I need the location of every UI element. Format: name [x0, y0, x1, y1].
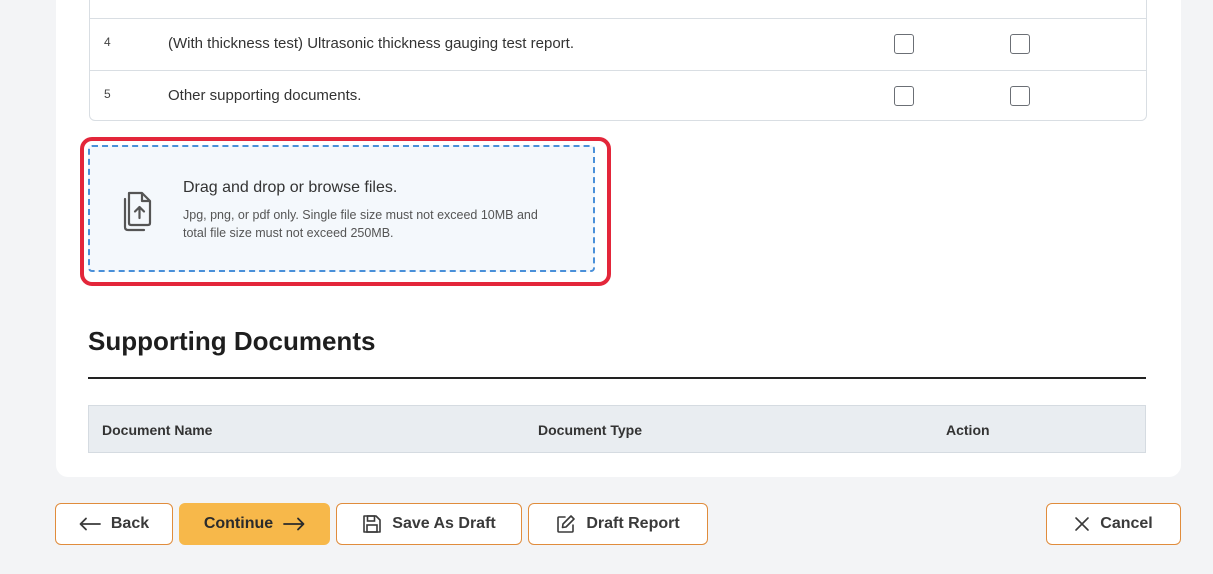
- form-card: 4 (With thickness test) Ultrasonic thick…: [56, 0, 1181, 477]
- edit-icon: [556, 514, 576, 534]
- dropzone-title: Drag and drop or browse files.: [183, 179, 398, 196]
- draft-report-button[interactable]: Draft Report: [528, 503, 708, 545]
- row-description: (With thickness test) Ultrasonic thickne…: [168, 35, 574, 52]
- row-number: 4: [104, 35, 111, 49]
- back-button[interactable]: Back: [55, 503, 173, 545]
- document-checklist-table: 4 (With thickness test) Ultrasonic thick…: [89, 0, 1147, 121]
- section-divider: [88, 377, 1146, 379]
- cancel-button[interactable]: Cancel: [1046, 503, 1181, 545]
- file-dropzone[interactable]: Drag and drop or browse files. Jpg, png,…: [88, 145, 595, 272]
- continue-label: Continue: [203, 515, 274, 532]
- row-description: Other supporting documents.: [168, 87, 362, 104]
- checkbox[interactable]: [894, 34, 914, 54]
- save-as-draft-button[interactable]: Save As Draft: [336, 503, 522, 545]
- arrow-right-icon: [283, 517, 305, 531]
- checklist-row: 5 Other supporting documents.: [90, 70, 1146, 120]
- column-header-action: Action: [946, 422, 990, 438]
- checkbox[interactable]: [894, 86, 914, 106]
- checkbox[interactable]: [1010, 34, 1030, 54]
- documents-table-header: Document Name Document Type Action: [88, 405, 1146, 453]
- checklist-row: 4 (With thickness test) Ultrasonic thick…: [90, 18, 1146, 70]
- dropzone-hint: Jpg, png, or pdf only. Single file size …: [183, 208, 538, 240]
- save-as-draft-label: Save As Draft: [392, 515, 496, 532]
- back-label: Back: [110, 515, 150, 532]
- row-number: 5: [104, 87, 111, 101]
- arrow-left-icon: [79, 517, 101, 531]
- checkbox[interactable]: [1010, 86, 1030, 106]
- column-header-document-type: Document Type: [538, 422, 642, 438]
- draft-report-label: Draft Report: [586, 515, 680, 532]
- column-header-document-name: Document Name: [102, 422, 213, 438]
- section-title: Supporting Documents: [88, 326, 376, 356]
- continue-button[interactable]: Continue: [179, 503, 330, 545]
- close-icon: [1074, 516, 1090, 532]
- cancel-label: Cancel: [1100, 515, 1153, 532]
- page: 4 (With thickness test) Ultrasonic thick…: [0, 0, 1213, 574]
- file-upload-icon: [120, 187, 154, 233]
- save-icon: [362, 514, 382, 534]
